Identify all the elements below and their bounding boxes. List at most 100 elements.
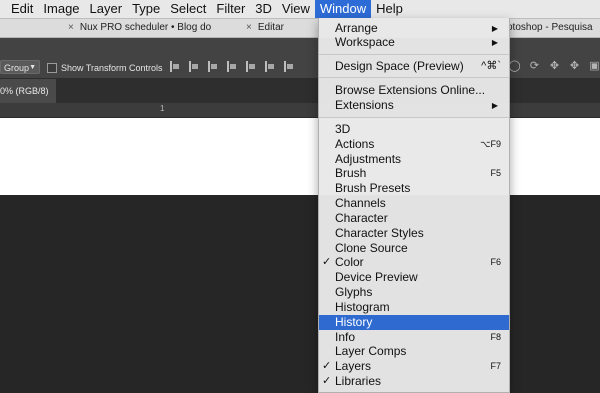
shortcut-label: F7	[490, 361, 501, 371]
menu-type[interactable]: Type	[127, 0, 165, 18]
menu-item-brush[interactable]: Brush F5	[319, 166, 509, 181]
menu-item-channels[interactable]: Channels	[319, 196, 509, 211]
ruler-tick-label: 1	[160, 104, 165, 113]
auto-select-dropdown[interactable]: Group ▼	[0, 60, 40, 74]
close-icon[interactable]: ×	[68, 22, 74, 33]
align-vcenter-icon[interactable]	[187, 60, 198, 73]
align-bottom-icon[interactable]	[206, 60, 217, 73]
menu-item-brush-presets[interactable]: Brush Presets	[319, 181, 509, 196]
menu-bar: Edit Image Layer Type Select Filter 3D V…	[0, 0, 600, 19]
menu-item-history[interactable]: History	[319, 315, 509, 330]
align-right-icon[interactable]	[263, 60, 274, 73]
menu-help[interactable]: Help	[371, 0, 408, 18]
tab-title: otoshop - Pesquisa	[507, 22, 593, 33]
submenu-arrow-icon: ▶	[491, 24, 498, 33]
slide-icon[interactable]: ✥	[568, 60, 581, 73]
menu-item-layers[interactable]: ✓ Layers F7	[319, 359, 509, 374]
menu-item-label: Glyphs	[335, 285, 373, 299]
menu-item-label: Design Space (Preview)	[335, 59, 464, 73]
menu-item-label: Actions	[335, 137, 375, 151]
menu-item-label: Arrange	[335, 21, 378, 35]
browser-tab[interactable]: × Nux PRO scheduler • Blog do	[68, 20, 268, 36]
menu-item-info[interactable]: Info F8	[319, 330, 509, 345]
menu-item-label: Layer Comps	[335, 344, 407, 358]
menu-item-label: Histogram	[335, 300, 390, 314]
checkbox-icon[interactable]	[47, 62, 57, 73]
menu-item-label: Extensions	[335, 98, 394, 112]
menu-item-label: Character	[335, 211, 388, 225]
menu-item-label: Brush	[335, 166, 367, 180]
checkmark-icon: ✓	[322, 256, 332, 268]
menu-item-workspace[interactable]: Workspace ▶	[319, 35, 509, 50]
shortcut-label: F8	[490, 332, 501, 342]
roll-icon[interactable]: ⟳	[528, 60, 541, 73]
tab-title: Nux PRO scheduler • Blog do	[79, 22, 212, 33]
menu-separator	[319, 117, 509, 118]
menu-item-label: 3D	[335, 122, 351, 136]
menu-item-label: Layers	[335, 359, 372, 373]
group-label: Group	[4, 63, 30, 73]
menu-item-character[interactable]: Character	[319, 211, 509, 226]
menu-item-label: Libraries	[335, 374, 382, 388]
menu-item-label: Workspace	[335, 35, 395, 49]
tab-title: Editar	[257, 22, 284, 33]
align-left-icon[interactable]	[225, 60, 236, 73]
menu-item-label: Color	[335, 255, 364, 269]
menu-item-label: History	[335, 315, 373, 329]
menu-item-libraries[interactable]: ✓ Libraries	[319, 374, 509, 389]
align-top-icon[interactable]	[168, 60, 179, 73]
align-group	[168, 60, 293, 74]
document-tab-bar: 0% (RGB/8)	[0, 79, 600, 103]
menu-item-extensions[interactable]: Extensions ▶	[319, 98, 509, 113]
menu-window[interactable]: Window	[314, 0, 372, 18]
menu-item-color[interactable]: ✓ Color F6	[319, 255, 509, 270]
menu-item-label: Info	[335, 330, 356, 344]
menu-item-label: Character Styles	[335, 226, 424, 240]
distribute-top-icon[interactable]	[282, 60, 293, 73]
menu-item-clone-source[interactable]: Clone Source	[319, 241, 509, 256]
menu-item-adjustments[interactable]: Adjustments	[319, 152, 509, 167]
menu-separator	[319, 77, 509, 78]
checkmark-icon: ✓	[322, 375, 332, 387]
menu-select[interactable]: Select	[165, 0, 211, 18]
align-hcenter-icon[interactable]	[244, 60, 255, 73]
menu-item-arrange[interactable]: Arrange ▶	[319, 21, 509, 36]
horizontal-ruler: 1	[0, 103, 600, 118]
menu-item-layer-comps[interactable]: Layer Comps	[319, 344, 509, 359]
window-menu: Arrange ▶ Workspace ▶ Design Space (Prev…	[318, 18, 510, 393]
show-transform-label: Show Transform Controls	[61, 62, 163, 73]
menu-item-3d[interactable]: 3D	[319, 122, 509, 137]
close-icon[interactable]: ×	[246, 22, 252, 33]
menu-item-browse-extensions[interactable]: Browse Extensions Online...	[319, 83, 509, 98]
menu-edit[interactable]: Edit	[6, 0, 38, 18]
chevron-down-icon: ▼	[29, 64, 36, 71]
scale-icon[interactable]: ▣	[588, 60, 600, 73]
menu-item-label: Brush Presets	[335, 181, 411, 195]
menu-item-actions[interactable]: Actions ⌥F9	[319, 137, 509, 152]
menu-filter[interactable]: Filter	[211, 0, 250, 18]
shortcut-label: F5	[490, 168, 501, 178]
submenu-arrow-icon: ▶	[491, 101, 498, 110]
checkmark-icon: ✓	[322, 360, 332, 372]
drag-icon[interactable]: ✥	[548, 60, 561, 73]
3d-mode-icons: ◯ ⟳ ✥ ✥ ▣	[508, 60, 600, 73]
show-transform-controls[interactable]: Show Transform Controls	[47, 61, 163, 74]
menu-item-label: Device Preview	[335, 270, 418, 284]
browser-tab[interactable]: × Editar	[246, 20, 318, 36]
menu-item-design-space[interactable]: Design Space (Preview) ^⌘`	[319, 59, 509, 74]
shortcut-label: ⌥F9	[480, 139, 501, 149]
menu-layer[interactable]: Layer	[85, 0, 128, 18]
menu-item-histogram[interactable]: Histogram	[319, 300, 509, 315]
menu-item-character-styles[interactable]: Character Styles	[319, 226, 509, 241]
menu-item-label: Adjustments	[335, 152, 402, 166]
document-tab[interactable]: 0% (RGB/8)	[0, 79, 56, 103]
menu-image[interactable]: Image	[38, 0, 84, 18]
browser-tab[interactable]: otoshop - Pesquisa	[507, 20, 600, 36]
menu-item-glyphs[interactable]: Glyphs	[319, 285, 509, 300]
menu-view[interactable]: View	[277, 0, 315, 18]
menu-separator	[319, 54, 509, 55]
document-canvas[interactable]	[0, 118, 600, 195]
menu-item-device-preview[interactable]: Device Preview	[319, 270, 509, 285]
submenu-arrow-icon: ▶	[491, 38, 498, 47]
menu-3d[interactable]: 3D	[250, 0, 277, 18]
